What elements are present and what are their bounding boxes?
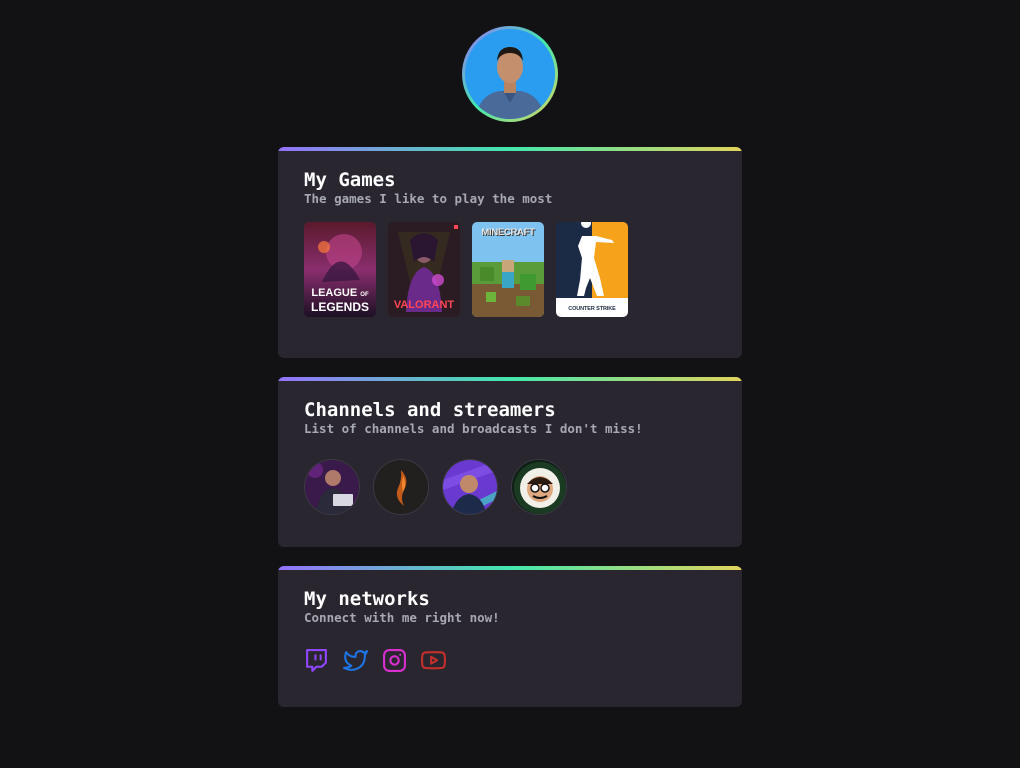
- channel-casimiro[interactable]: [511, 459, 567, 515]
- channels-title: Channels and streamers: [304, 399, 556, 421]
- channels-card: Channels and streamers List of channels …: [278, 377, 742, 547]
- channel-streamer-purple[interactable]: [442, 459, 498, 515]
- game-counter-strike[interactable]: COUNTER STRIKE: [556, 222, 628, 317]
- youtube-icon[interactable]: [420, 648, 447, 673]
- networks-title: My networks: [304, 588, 430, 610]
- networks-card: My networks Connect with me right now!: [278, 566, 742, 707]
- game-league-of-legends[interactable]: LEAGUE OF LEGENDS: [304, 222, 376, 317]
- channel-streamer-laptop[interactable]: [304, 459, 360, 515]
- avatar-photo: [465, 29, 555, 119]
- profile-avatar: [462, 26, 558, 122]
- minecraft-logo: MINECRAFT: [481, 227, 535, 238]
- games-subtitle: The games I like to play the most: [304, 191, 553, 206]
- channel-list: [304, 459, 716, 515]
- twitter-icon[interactable]: [343, 648, 368, 673]
- games-card: My Games The games I like to play the mo…: [278, 147, 742, 358]
- channel-flame-logo[interactable]: [373, 459, 429, 515]
- games-title: My Games: [304, 169, 396, 191]
- twitch-icon[interactable]: [304, 648, 329, 673]
- game-list: LEAGUE OF LEGENDS VALORANT MINECRAFT COU…: [304, 222, 716, 317]
- game-minecraft[interactable]: MINECRAFT: [472, 222, 544, 317]
- game-valorant[interactable]: VALORANT: [388, 222, 460, 317]
- networks-subtitle: Connect with me right now!: [304, 610, 500, 625]
- lol-logo-line2: LEGENDS: [310, 300, 369, 314]
- network-list: [304, 648, 716, 673]
- valorant-logo: VALORANT: [393, 299, 455, 311]
- channels-subtitle: List of channels and broadcasts I don't …: [304, 421, 643, 436]
- counter-strike-logo: COUNTER STRIKE: [568, 306, 616, 312]
- instagram-icon[interactable]: [382, 648, 407, 673]
